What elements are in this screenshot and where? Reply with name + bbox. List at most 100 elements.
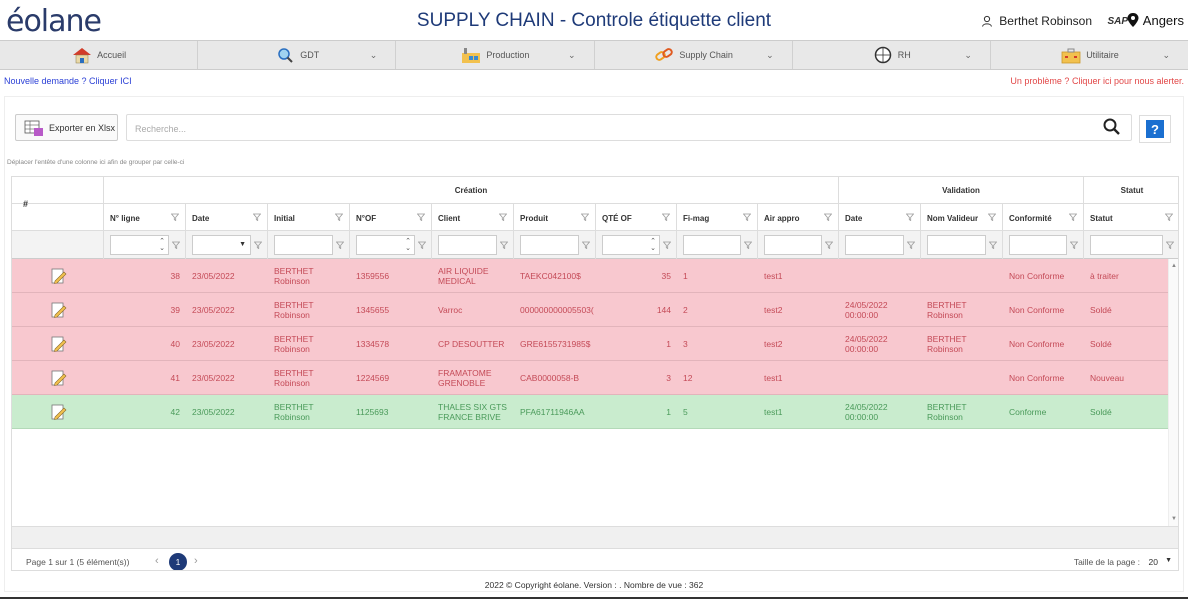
column-header[interactable]: Client	[432, 204, 514, 231]
filter-input[interactable]	[683, 235, 741, 255]
filter-icon[interactable]	[1069, 213, 1077, 221]
filter-icon[interactable]	[744, 241, 752, 249]
export-xlsx-button[interactable]: Exporter en Xlsx	[15, 114, 118, 141]
filter-icon[interactable]	[172, 241, 180, 249]
help-button[interactable]: ?	[1139, 115, 1171, 143]
filter-input[interactable]	[274, 235, 333, 255]
filter-icon[interactable]	[254, 241, 262, 249]
alert-link[interactable]: Un problème ? Cliquer ici pour nous aler…	[1010, 76, 1184, 86]
filter-input[interactable]: ⌃ ⌄	[356, 235, 415, 255]
filter-input[interactable]: ⌃ ⌄	[602, 235, 660, 255]
filter-input[interactable]	[845, 235, 904, 255]
table-row[interactable]: 38 23/05/2022 BERTHET Robinson 1359556 AIR L…	[12, 259, 1178, 293]
edit-cell[interactable]	[12, 361, 104, 394]
filter-icon[interactable]	[500, 241, 508, 249]
prev-page-icon[interactable]: ‹	[155, 555, 159, 567]
filter-icon[interactable]	[581, 213, 589, 221]
filter-icon[interactable]	[906, 213, 914, 221]
edit-icon[interactable]	[49, 403, 67, 421]
filter-icon[interactable]	[988, 213, 996, 221]
filter-icon[interactable]	[824, 213, 832, 221]
edit-cell[interactable]	[12, 327, 104, 360]
cell-date: 23/05/2022	[192, 338, 235, 349]
user-menu[interactable]: Berthet Robinson	[981, 14, 1092, 28]
edit-cell[interactable]	[12, 395, 104, 428]
edit-cell[interactable]	[12, 293, 104, 326]
filter-icon[interactable]	[336, 241, 344, 249]
edit-icon[interactable]	[49, 335, 67, 353]
spinner-icon[interactable]: ⌃ ⌄	[159, 238, 165, 252]
column-header[interactable]: Nom Valideur	[921, 204, 1003, 231]
edit-cell[interactable]	[12, 259, 104, 292]
cell-produit: 000000000005503(	[520, 304, 594, 315]
column-header[interactable]: Date	[839, 204, 921, 231]
spinner-icon[interactable]: ⌃ ⌄	[405, 238, 411, 252]
filter-icon[interactable]	[1166, 241, 1174, 249]
edit-icon[interactable]	[49, 267, 67, 285]
table-row[interactable]: 42 23/05/2022 BERTHET Robinson 1125693 THALE…	[12, 395, 1178, 429]
chevron-down-icon[interactable]: ▼	[1165, 557, 1172, 564]
nav-item-accueil[interactable]: Accueil	[0, 41, 199, 69]
filter-input[interactable]: ⌃ ⌄	[110, 235, 169, 255]
table-row[interactable]: 40 23/05/2022 BERTHET Robinson 1334578 CP DE…	[12, 327, 1178, 361]
filter-icon[interactable]	[253, 213, 261, 221]
scroll-up-icon[interactable]: ▲	[1171, 263, 1177, 269]
filter-icon[interactable]	[335, 213, 343, 221]
filter-input[interactable]	[1009, 235, 1067, 255]
page-size-select[interactable]: 20	[1149, 557, 1158, 567]
search-input[interactable]: Recherche...	[126, 114, 1132, 141]
filter-input[interactable]	[927, 235, 986, 255]
table-row[interactable]: 41 23/05/2022 BERTHET Robinson 1224569 FRAMA…	[12, 361, 1178, 395]
filter-input[interactable]	[520, 235, 579, 255]
filter-icon[interactable]	[1165, 213, 1173, 221]
new-request-link[interactable]: Nouvelle demande ? Cliquer ICI	[4, 76, 132, 86]
column-header[interactable]: Statut	[1084, 204, 1178, 231]
filter-icon[interactable]	[663, 241, 671, 249]
column-header[interactable]: Date	[186, 204, 268, 231]
nav-item-production[interactable]: Production ⌄	[396, 41, 595, 69]
scroll-down-icon[interactable]: ▼	[1171, 516, 1177, 522]
vertical-scrollbar[interactable]: ▲ ▼	[1168, 259, 1178, 526]
nav-item-supply-chain[interactable]: Supply Chain ⌄	[595, 41, 793, 69]
site-selector[interactable]: Angers	[1126, 12, 1184, 28]
filter-input[interactable]	[438, 235, 497, 255]
column-header[interactable]: Fi-mag	[677, 204, 758, 231]
filter-icon[interactable]	[417, 213, 425, 221]
filter-cell	[839, 231, 921, 259]
nav-item-gdt[interactable]: GDT ⌄	[198, 41, 397, 69]
filter-icon[interactable]	[662, 213, 670, 221]
column-header[interactable]: Air appro	[758, 204, 839, 231]
next-page-icon[interactable]: ›	[194, 555, 198, 567]
cell-ligne: 41	[170, 372, 180, 383]
filter-icon[interactable]	[171, 213, 179, 221]
horizontal-scrollbar[interactable]	[12, 526, 1178, 548]
spinner-icon[interactable]: ⌃ ⌄	[650, 238, 656, 252]
filter-input[interactable]	[1090, 235, 1163, 255]
filter-icon[interactable]	[743, 213, 751, 221]
edit-icon[interactable]	[49, 369, 67, 387]
column-header[interactable]: Produit	[514, 204, 596, 231]
column-header[interactable]: Initial	[268, 204, 350, 231]
chevron-down-icon[interactable]: ▼	[239, 241, 246, 248]
filter-icon[interactable]	[418, 241, 426, 249]
filter-icon[interactable]	[499, 213, 507, 221]
column-header[interactable]: N° ligne	[104, 204, 186, 231]
filter-icon[interactable]	[989, 241, 997, 249]
filter-input[interactable]: ▼	[192, 235, 251, 255]
column-header[interactable]: N°OF	[350, 204, 432, 231]
cell-qte: 1	[666, 338, 671, 349]
nav-item-rh[interactable]: RH ⌄	[793, 41, 991, 69]
table-row[interactable]: 39 23/05/2022 BERTHET Robinson 1345655 Varro…	[12, 293, 1178, 327]
filter-icon[interactable]	[582, 241, 590, 249]
filter-icon[interactable]	[825, 241, 833, 249]
filter-icon[interactable]	[907, 241, 915, 249]
search-icon[interactable]	[1102, 117, 1122, 137]
column-header[interactable]: QTÉ OF	[596, 204, 677, 231]
filter-input[interactable]	[764, 235, 822, 255]
nav-item-utilitaire[interactable]: Utilitaire ⌄	[991, 41, 1188, 69]
page-button-current[interactable]: 1	[169, 553, 187, 570]
filter-cell	[514, 231, 596, 259]
column-header[interactable]: Conformité	[1003, 204, 1084, 231]
filter-icon[interactable]	[1070, 241, 1078, 249]
edit-icon[interactable]	[49, 301, 67, 319]
